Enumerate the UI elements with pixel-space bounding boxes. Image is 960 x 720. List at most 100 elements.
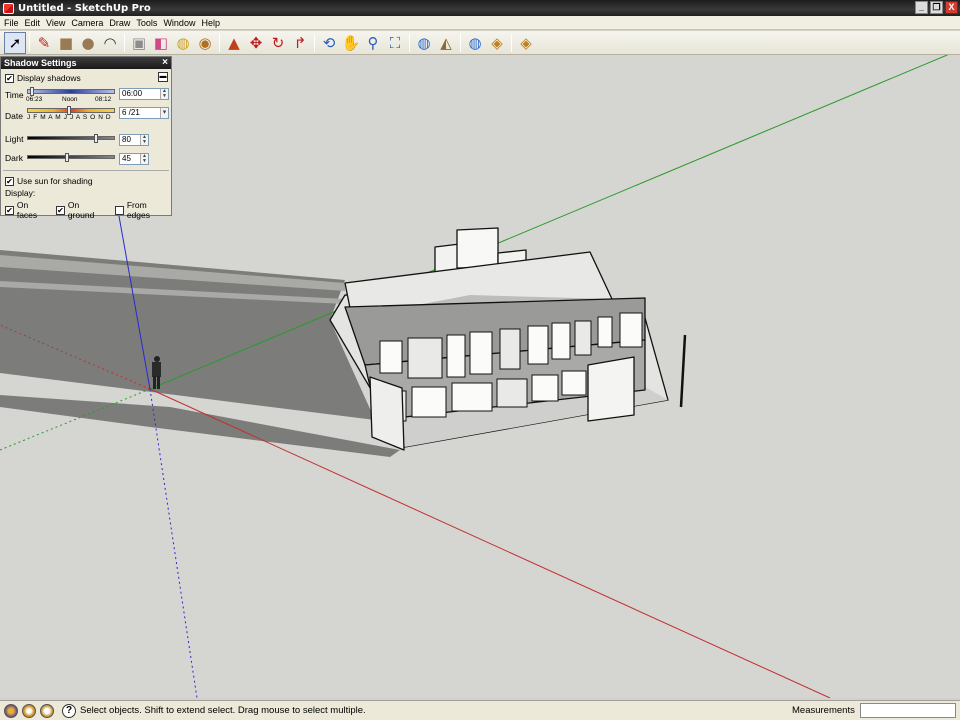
window-pane [574, 320, 592, 356]
pencil-tool-button[interactable]: ✎ [33, 32, 55, 54]
pan-tool-button[interactable]: ✋ [340, 32, 362, 54]
light-slider[interactable] [27, 134, 115, 143]
time-input[interactable]: 06:00 ▲ ▼ [119, 88, 169, 100]
toolbar-separator [314, 33, 315, 52]
rotate-tool-button[interactable]: ↻ [267, 32, 289, 54]
previous-view-icon: ◍ [417, 33, 431, 52]
geo-location-icon[interactable] [4, 703, 18, 718]
use-sun-checkbox[interactable]: ✔ [5, 176, 14, 186]
get-models-icon: ◍ [468, 33, 482, 52]
zoom-extents-button[interactable]: ⛶ [384, 32, 406, 54]
menu-edit[interactable]: Edit [24, 18, 46, 28]
minimize-button[interactable]: _ [915, 1, 928, 14]
light-slider-thumb[interactable] [94, 134, 98, 143]
eraser-tool-button[interactable]: ◧ [150, 32, 172, 54]
window-pane [561, 370, 587, 396]
help-icon[interactable]: ? [62, 703, 76, 718]
offset-tool-icon: ↱ [293, 33, 307, 52]
menu-window[interactable]: Window [162, 18, 200, 28]
dark-value: 45 [122, 154, 131, 163]
display-shadows-row: ✔ Display shadows [5, 73, 81, 83]
blue-axis-negative [149, 388, 198, 698]
arc-tool-icon: ◠ [103, 33, 117, 52]
time-slider[interactable] [27, 87, 115, 96]
move-tool-button[interactable]: ✥ [245, 32, 267, 54]
date-input[interactable]: 6 /21 ▾ [119, 107, 169, 119]
menu-bar: File Edit View Camera Draw Tools Window … [0, 16, 960, 30]
next-view-icon: ◭ [440, 33, 452, 52]
window-pane [407, 337, 443, 379]
window-pane [551, 322, 571, 360]
date-dropdown-icon[interactable]: ▾ [160, 108, 168, 118]
from-edges-label: From edges [126, 200, 150, 220]
components-icon: ◈ [520, 33, 532, 52]
toolbar-separator [409, 33, 410, 52]
on-ground-label: On ground [67, 200, 95, 220]
light-value: 80 [122, 135, 131, 144]
window-controls: _ ❐ X [915, 1, 958, 14]
menu-camera[interactable]: Camera [70, 18, 108, 28]
select-tool-icon: ➚ [8, 33, 22, 52]
circle-tool-button[interactable]: ● [77, 32, 99, 54]
orbit-tool-button[interactable]: ⟲ [318, 32, 340, 54]
dark-input[interactable]: 45 ▲ ▼ [119, 153, 149, 165]
share-model-button[interactable]: ◈ [486, 32, 508, 54]
light-input[interactable]: 80 ▲ ▼ [119, 134, 149, 146]
components-button[interactable]: ◈ [515, 32, 537, 54]
offset-tool-button[interactable]: ↱ [289, 32, 311, 54]
display-options-row: ✔ On faces ✔ On ground From edges [5, 200, 171, 220]
get-models-button[interactable]: ◍ [464, 32, 486, 54]
dark-slider[interactable] [27, 153, 115, 162]
dark-spinner-icon[interactable]: ▲ ▼ [140, 154, 148, 164]
use-sun-label: Use sun for shading [17, 176, 93, 186]
date-slider[interactable] [27, 106, 115, 115]
user-icon[interactable] [40, 703, 54, 718]
panel-expand-toggle-icon[interactable]: ▬ [158, 72, 168, 82]
close-button[interactable]: X [945, 1, 958, 14]
window-pane [619, 312, 643, 348]
dark-slider-thumb[interactable] [65, 153, 69, 162]
time-spinner-icon[interactable]: ▲ ▼ [160, 89, 168, 99]
previous-view-button[interactable]: ◍ [413, 32, 435, 54]
paint-bucket-button[interactable]: ◉ [194, 32, 216, 54]
window-pane [496, 378, 528, 408]
time-slider-thumb[interactable] [30, 87, 34, 96]
menu-file[interactable]: File [3, 18, 24, 28]
shadow-settings-title[interactable]: Shadow Settings × [1, 57, 171, 69]
menu-draw[interactable]: Draw [108, 18, 135, 28]
display-shadows-checkbox[interactable]: ✔ [5, 73, 14, 83]
arc-tool-button[interactable]: ◠ [99, 32, 121, 54]
window-title: Untitled - SketchUp Pro [18, 2, 151, 14]
months-scale: J F M A M J J A S O N D [27, 114, 112, 121]
rotate-tool-icon: ↻ [271, 33, 285, 52]
menu-tools[interactable]: Tools [135, 18, 162, 28]
tape-measure-button[interactable]: ◍ [172, 32, 194, 54]
make-component-icon: ▣ [131, 33, 147, 52]
restore-button[interactable]: ❐ [930, 1, 943, 14]
push-pull-icon: ▲ [228, 33, 240, 52]
make-component-button[interactable]: ▣ [128, 32, 150, 54]
zoom-tool-icon: ⚲ [367, 33, 379, 52]
on-ground-checkbox[interactable]: ✔ [56, 205, 65, 215]
display-label: Display: [5, 188, 36, 198]
window-pane [597, 316, 613, 348]
status-message: Select objects. Shift to extend select. … [80, 705, 366, 716]
panel-title-text: Shadow Settings [4, 58, 77, 68]
zoom-tool-button[interactable]: ⚲ [362, 32, 384, 54]
menu-view[interactable]: View [45, 18, 70, 28]
panel-divider [3, 170, 169, 171]
rectangle-tool-button[interactable]: ■ [55, 32, 77, 54]
select-tool-button[interactable]: ➚ [4, 31, 26, 54]
rectangle-tool-icon: ■ [58, 33, 74, 52]
menu-help[interactable]: Help [200, 18, 225, 28]
credits-icon[interactable] [22, 703, 36, 718]
light-spinner-icon[interactable]: ▲ ▼ [140, 135, 148, 145]
from-edges-checkbox[interactable] [114, 205, 124, 215]
window-pane [527, 325, 549, 365]
shadow-settings-panel: Shadow Settings × ▬ ✔ Display shadows Ti… [0, 56, 172, 220]
panel-close-icon[interactable]: × [162, 57, 168, 68]
on-faces-checkbox[interactable]: ✔ [5, 205, 14, 215]
next-view-button[interactable]: ◭ [435, 32, 457, 54]
push-pull-button[interactable]: ▲ [223, 32, 245, 54]
measurements-input[interactable] [860, 703, 956, 718]
